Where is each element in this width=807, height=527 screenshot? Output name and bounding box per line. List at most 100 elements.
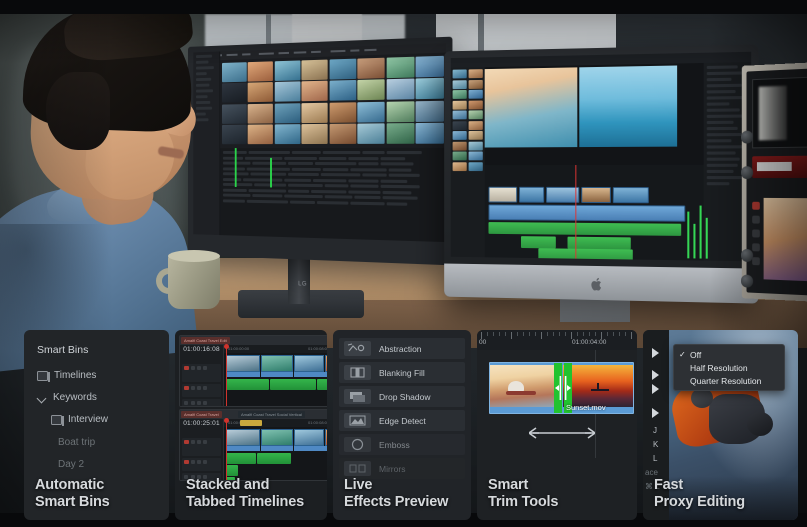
track-header-video1[interactable] xyxy=(182,364,221,382)
rack-preview-image xyxy=(763,197,807,282)
timeline-clip[interactable] xyxy=(294,355,324,372)
smart-bin-label: Keywords xyxy=(53,392,97,403)
shortcut-key-l: L xyxy=(653,454,658,463)
card-title-line2: Trim Tools xyxy=(488,494,559,511)
feature-card-row: Smart Bins Timelines Keywords Interview … xyxy=(24,330,807,520)
card-title-line1: Live xyxy=(344,476,373,493)
menu-item-quarter-resolution[interactable]: Quarter Resolution xyxy=(674,374,784,387)
timeline-tabbar-2[interactable]: Amalfi Coast Travel Amalfi Coast Travel … xyxy=(180,410,327,419)
card-title-line1: Smart xyxy=(488,476,529,493)
smart-bins-header: Smart Bins xyxy=(37,344,89,356)
effect-label: Abstraction xyxy=(379,343,422,354)
top-letterbox xyxy=(0,0,807,14)
effect-label: Edge Detect xyxy=(379,415,426,426)
card-title-line2: Tabbed Timelines xyxy=(186,494,304,511)
timeline-track-headers-1: 01:00:16:08 xyxy=(180,345,224,406)
resolve-timeline xyxy=(484,164,708,262)
card-live-effects-preview[interactable]: Abstraction Blanking Fill Drop Shadow Ed… xyxy=(333,330,471,520)
card-title-automatic-smart-bins: Automatic Smart Bins xyxy=(35,477,163,512)
menu-item-half-resolution[interactable]: Half Resolution xyxy=(674,361,784,374)
play-icon[interactable] xyxy=(651,370,660,380)
rack-body xyxy=(740,68,807,296)
timeline-clip[interactable] xyxy=(261,355,293,372)
timeline-panel-2[interactable]: Amalfi Coast Travel Amalfi Coast Travel … xyxy=(179,409,327,481)
trim-timeline-ruler[interactable]: 00 01:00:04:00 xyxy=(477,330,637,350)
smart-bin-label: Boat trip xyxy=(58,437,96,448)
card-title-line1: Fast xyxy=(654,476,684,493)
track-header-video1[interactable] xyxy=(182,438,221,456)
smart-bin-item-timelines[interactable]: Timelines xyxy=(37,370,97,382)
bin-icon xyxy=(37,370,50,382)
timeline-track-headers-2: 01:00:25:01 xyxy=(180,419,224,480)
timeline-tabbar-1[interactable]: Amalfi Coast Travel Edit xyxy=(180,336,327,345)
card-title-line2: Smart Bins xyxy=(35,494,110,511)
ruler-label: 01:00:08:00 xyxy=(308,420,327,425)
timeline-clip[interactable] xyxy=(325,429,327,446)
source-viewer xyxy=(484,67,578,148)
ruler-label: 01:00:08:00 xyxy=(308,346,327,351)
effect-row-blanking-fill[interactable]: Blanking Fill xyxy=(339,362,465,383)
card-title-live-effects-preview: Live Effects Preview xyxy=(344,477,465,512)
timeline-body-1[interactable]: 01:00:00:00 01:00:08:00 xyxy=(224,344,327,406)
imac-screen xyxy=(450,51,752,262)
timeline-tab[interactable]: Amalfi Coast Travel Edit xyxy=(181,337,230,344)
timeline-clip[interactable] xyxy=(325,355,327,372)
card-title-line2: Proxy Editing xyxy=(654,494,745,511)
trim-handle-left-icon[interactable] xyxy=(554,376,562,400)
smart-bin-item-interview[interactable]: Interview xyxy=(51,414,109,426)
timeline-tab[interactable]: Amalfi Coast Travel xyxy=(181,411,222,418)
trim-handle-right-icon[interactable] xyxy=(564,376,572,400)
smart-bin-label: Timelines xyxy=(54,370,97,381)
smart-bin-item-boat-trip[interactable]: Boat trip xyxy=(58,437,95,448)
screenshot-root: LG xyxy=(0,0,807,527)
apple-logo-icon xyxy=(591,277,601,291)
card-title-fast-proxy-editing: Fast Proxy Editing xyxy=(654,477,792,512)
track-header-a1[interactable] xyxy=(182,458,221,471)
track-header-a1[interactable] xyxy=(182,384,221,397)
smart-bin-item-keywords[interactable]: Keywords xyxy=(37,392,97,403)
card-fast-proxy-editing[interactable]: J K L ace ⌘ L ✓ Off Half Resolution Quar… xyxy=(643,330,798,520)
timeline-tab-secondary[interactable]: Amalfi Coast Travel Social Vertical xyxy=(238,411,305,418)
double-arrow-icon xyxy=(529,427,595,439)
person-video-editor xyxy=(0,0,290,375)
play-icon[interactable] xyxy=(651,348,660,358)
chevron-down-icon[interactable] xyxy=(37,393,47,403)
card-automatic-smart-bins[interactable]: Smart Bins Timelines Keywords Interview … xyxy=(24,330,169,520)
ruler-label-right: 01:00:04:00 xyxy=(572,339,607,346)
proxy-resolution-menu[interactable]: ✓ Off Half Resolution Quarter Resolution xyxy=(673,344,785,391)
card-title-line1: Stacked and xyxy=(186,476,270,493)
play-icon[interactable] xyxy=(651,408,660,418)
timeline-clip[interactable] xyxy=(226,355,260,372)
card-smart-trim-tools[interactable]: 00 01:00:04:00 Sunset.mov Smart Trim Too… xyxy=(477,330,637,520)
timeline-clip[interactable] xyxy=(261,429,293,446)
trim-clip[interactable]: Sunset.mov xyxy=(489,362,634,414)
edge-detect-icon xyxy=(344,413,371,428)
smart-bin-item-day-2[interactable]: Day 2 xyxy=(58,459,84,470)
ruler-label: 01:00:00:00 xyxy=(228,346,250,351)
timeline-panel-1[interactable]: Amalfi Coast Travel Edit 01:00:16:08 01:… xyxy=(179,335,327,407)
resolve-media-panel xyxy=(450,67,485,258)
card-stacked-tabbed-timelines[interactable]: Amalfi Coast Travel Edit 01:00:16:08 01:… xyxy=(175,330,327,520)
emboss-icon xyxy=(344,437,371,452)
menu-item-off[interactable]: ✓ Off xyxy=(674,348,784,361)
effect-row-edge-detect[interactable]: Edge Detect xyxy=(339,410,465,431)
timeline-body-2[interactable]: 01:00:00:00 01:00:08:00 xyxy=(224,418,327,480)
timeline-clip[interactable] xyxy=(294,429,324,446)
effect-row-abstraction[interactable]: Abstraction xyxy=(339,338,465,359)
timeline-viewer xyxy=(579,65,678,148)
timeline-timecode-2: 01:00:25:01 xyxy=(183,420,220,427)
smart-bin-label: Interview xyxy=(68,414,109,425)
imac-display xyxy=(444,44,759,304)
bin-icon xyxy=(51,414,64,426)
play-icon[interactable] xyxy=(651,384,660,394)
shortcut-key-k: K xyxy=(653,440,659,449)
effect-row-emboss[interactable]: Emboss xyxy=(339,434,465,455)
mug-rim xyxy=(168,250,220,262)
timeline-clip[interactable] xyxy=(226,429,260,446)
blanking-fill-icon xyxy=(344,365,371,380)
effect-row-drop-shadow[interactable]: Drop Shadow xyxy=(339,386,465,407)
track-header-a2[interactable] xyxy=(182,399,221,406)
smart-bin-label: Day 2 xyxy=(58,459,85,470)
waveform-scope xyxy=(752,76,807,149)
timeline-ruler-1[interactable]: 01:00:00:00 01:00:08:00 xyxy=(224,345,327,353)
